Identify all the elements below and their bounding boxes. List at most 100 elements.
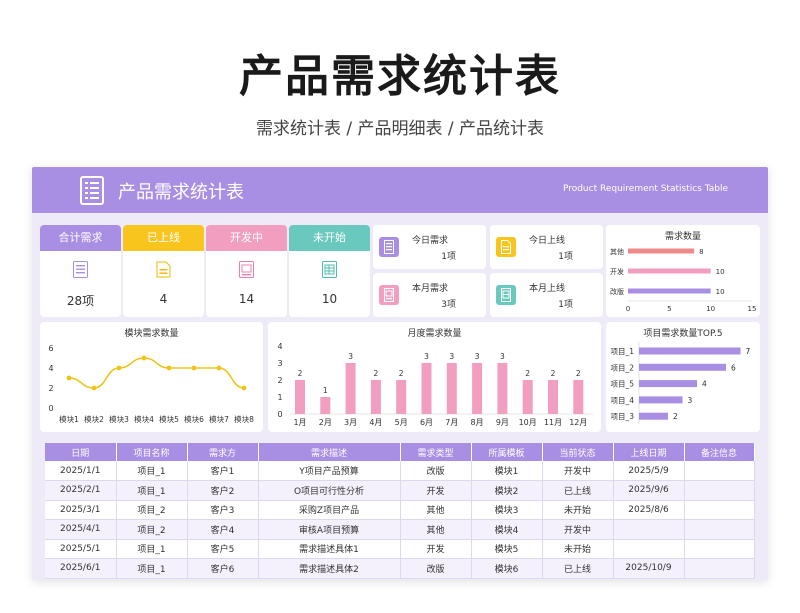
y-tick-label: 项目_2 (610, 363, 634, 372)
data-label: 8 (699, 248, 703, 256)
status-card-value: 10 (321, 292, 338, 306)
data-label: 10 (716, 268, 725, 276)
table-header-row: 日期 项目名称 需求方 需求描述 需求类型 所属模板 当前状态 上线日期 备注信息 (45, 443, 755, 461)
x-tick-label: 模块1 (59, 414, 79, 424)
table-header-cell: 日期 (45, 443, 117, 461)
x-tick-label: 6月 (420, 418, 433, 427)
y-tick-label: 0 (277, 410, 282, 419)
bar (573, 380, 584, 414)
table-cell: 开发 (400, 480, 472, 501)
data-label: 2 (374, 369, 379, 378)
x-tick-label: 模块4 (134, 414, 154, 424)
table-cell: 模块6 (471, 558, 543, 579)
x-tick-label: 5月 (395, 418, 408, 427)
x-tick-label: 模块6 (184, 414, 204, 424)
y-tick-label: 2 (48, 384, 53, 393)
status-card-label: 未开始 (289, 225, 370, 251)
x-tick-label: 12月 (569, 418, 587, 427)
bar (295, 380, 305, 414)
data-point (66, 375, 72, 381)
data-point (241, 385, 247, 391)
y-tick-label: 1 (277, 393, 282, 402)
doc-icon (156, 261, 171, 278)
data-label: 10 (716, 288, 725, 296)
y-tick-label: 改版 (610, 287, 624, 296)
table-cell (613, 539, 685, 559)
page-subtitle: 需求统计表 / 产品明细表 / 产品统计表 (255, 119, 545, 139)
table-header-cell: 需求类型 (400, 443, 472, 461)
bar (639, 412, 668, 420)
table-cell (684, 461, 755, 481)
table-row: 2025/1/1 项目_1 客户1 Y项目产品预算 改版 模块1 开发中 2025/5/9 (45, 461, 755, 481)
table-cell: 2025/5/9 (613, 461, 685, 481)
module-demand-chart-svg: 0 2 4 6 模块1 模块2 模块3 模块4 模块5 模块6 模块7 模块8 (48, 344, 254, 424)
monthly-demand-chart: 月度需求数量 0 1 2 3 4 2 1月 1 2月 3 3月 2 4月 2 5月 3 6月 3 7月 3 8月 3 9月 2… (268, 322, 601, 432)
table-cell: 2025/5/1 (45, 539, 117, 559)
y-tick-label: 项目_1 (610, 347, 634, 356)
y-tick-label: 项目_4 (610, 396, 634, 405)
data-label: 1 (323, 386, 328, 395)
data-label: 7 (746, 347, 751, 356)
table-header-cell: 上线日期 (613, 443, 685, 461)
table-header-cell: 需求方 (187, 443, 259, 461)
mini-card-value: 1项 (558, 252, 573, 262)
table-cell: 2025/10/9 (613, 558, 685, 579)
dashboard-sheet: 产品需求统计表 Product Requirement Statistics T… (32, 167, 768, 580)
table-header-cell: 所属模板 (471, 443, 543, 461)
table-cell (684, 519, 755, 540)
data-label: 6 (731, 363, 736, 372)
y-tick-label: 3 (277, 359, 282, 368)
x-tick-label: 模块5 (159, 414, 179, 424)
monthly-demand-chart-svg: 0123421月12月33月24月25月36月37月38月39月210月211月… (277, 342, 593, 427)
x-tick-label: 0 (626, 305, 630, 313)
table-cell: 模块1 (471, 461, 543, 481)
data-label: 3 (348, 352, 353, 361)
table-cell: 其他 (400, 500, 472, 520)
page-title: 产品需求统计表 (239, 51, 561, 102)
table-header-cell: 项目名称 (116, 443, 188, 461)
sheet-title: 产品需求统计表 (118, 182, 244, 203)
table-cell: 改版 (400, 461, 472, 481)
table-cell: 项目_1 (116, 558, 188, 579)
image-doc-icon (379, 285, 399, 305)
table-cell (684, 539, 755, 559)
mini-card-label: 本月需求 (412, 284, 449, 294)
mini-card-value: 1项 (441, 252, 456, 262)
table-cell: 项目_2 (116, 519, 188, 540)
list-doc-icon (80, 176, 104, 205)
data-label: 3 (688, 396, 693, 405)
table-cell: 客户4 (187, 519, 259, 540)
table-cell: 采购Z项目产品 (258, 500, 401, 520)
x-tick-label: 10月 (519, 418, 537, 427)
bar (548, 380, 558, 414)
x-tick-label: 1月 (293, 418, 306, 427)
table-row: 2025/5/1 项目_1 客户5 需求描述具体1 开发 模块5 未开始 (45, 539, 755, 559)
table-cell: Y项目产品预算 (258, 461, 401, 481)
table-cell: 2025/3/1 (45, 500, 117, 520)
data-point (191, 365, 197, 371)
x-tick-label: 9月 (496, 418, 509, 427)
x-tick-label: 11月 (544, 418, 562, 427)
table-cell (613, 519, 685, 540)
table-row: 2025/4/1 项目_2 客户4 审核A项目预算 其他 模块4 开发中 (45, 519, 755, 540)
x-tick-label: 模块2 (84, 414, 104, 424)
table-cell: 审核A项目预算 (258, 519, 401, 540)
x-tick-label: 8月 (471, 418, 484, 427)
data-label: 2 (551, 369, 556, 378)
bar (639, 347, 741, 355)
table-cell: 模块3 (471, 500, 543, 520)
demand-table: 日期 项目名称 需求方 需求描述 需求类型 所属模板 当前状态 上线日期 备注信息 2025/1… (45, 443, 755, 579)
status-card-developing: 开发中 14 (206, 225, 287, 317)
bar (345, 363, 356, 414)
bar (628, 248, 695, 254)
data-label: 4 (702, 380, 707, 389)
data-point (141, 355, 147, 361)
table-cell: 客户1 (187, 461, 259, 481)
data-label: 2 (673, 412, 678, 421)
data-label: 3 (424, 352, 429, 361)
table-cell: 客户2 (187, 480, 259, 501)
mini-card-today-online: 今日上线 1项 (490, 225, 603, 269)
demand-type-chart: 需求数量 其他 8 开发 10 改版 10 0 5 10 15 (606, 225, 760, 317)
list-doc-icon (379, 237, 399, 257)
table-cell: 模块4 (471, 519, 543, 540)
